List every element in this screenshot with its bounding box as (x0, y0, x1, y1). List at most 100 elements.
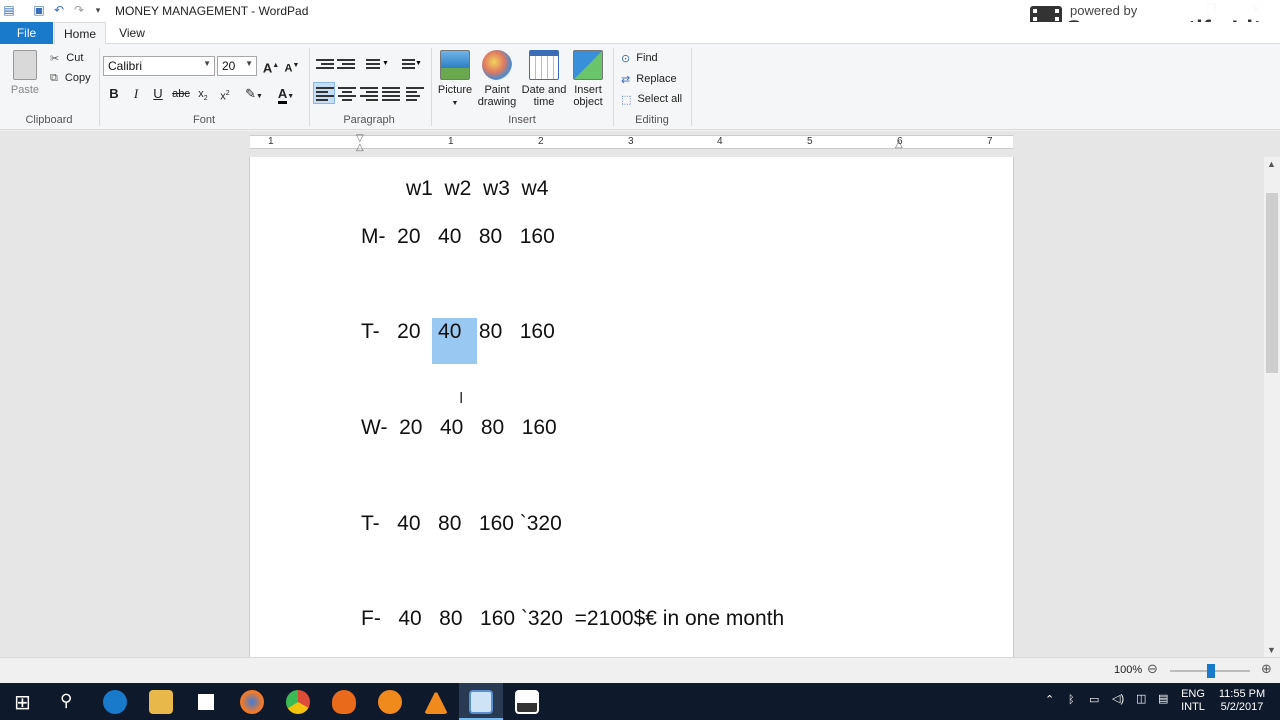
align-left-icon (316, 85, 334, 101)
scroll-thumb[interactable] (1266, 193, 1278, 373)
chrome-icon[interactable] (286, 690, 310, 714)
grow-font-button[interactable]: A▲ (261, 56, 281, 76)
network-icon[interactable]: ◫ (1136, 693, 1146, 706)
select-all-button[interactable]: ⬚ Select all (621, 93, 682, 106)
right-indent-marker[interactable]: △ (895, 139, 903, 150)
highlight-color-button[interactable]: ✎▼ (240, 84, 268, 104)
align-left-button[interactable] (313, 82, 335, 104)
photos-icon[interactable] (515, 690, 539, 714)
tab-home[interactable]: Home (54, 22, 106, 44)
superscript-button[interactable]: x2 (215, 84, 235, 104)
select-all-icon: ⬚ (621, 94, 632, 106)
find-button[interactable]: ⊙ Find (621, 52, 658, 65)
picture-label: Picture (437, 84, 473, 96)
zoom-level: 100% (1114, 664, 1143, 676)
align-right-icon[interactable] (360, 85, 378, 101)
justify-icon[interactable] (382, 85, 400, 101)
font-family-select[interactable]: Calibri ▼ (103, 56, 215, 76)
copy-button[interactable]: ⧉ Copy (50, 72, 91, 85)
chevron-down-icon: ▼ (245, 59, 253, 68)
line-spacing-icon[interactable] (397, 57, 415, 73)
chevron-down-icon[interactable]: ▼ (415, 60, 422, 67)
italic-button[interactable]: I (126, 84, 146, 104)
select-all-label: Select all (637, 93, 683, 106)
subscript-button[interactable]: x2 (193, 84, 213, 104)
doc-line-monday[interactable]: M- 20 40 80 160 (361, 225, 555, 249)
date-label-line2: time (533, 96, 555, 108)
text-cursor-icon: I (459, 390, 464, 407)
insert-object-button[interactable]: Insert object (570, 50, 606, 108)
copy-label: Copy (64, 72, 91, 85)
bluetooth-icon[interactable]: ᛒ (1068, 694, 1075, 707)
cut-button[interactable]: ✂ Cut (50, 52, 83, 65)
align-center-icon[interactable] (338, 85, 356, 101)
paint-drawing-button[interactable]: Paint drawing (476, 50, 518, 108)
cut-label: Cut (66, 52, 84, 65)
highlighter-icon: ✎ (245, 86, 256, 101)
app-icon[interactable] (332, 690, 356, 714)
chevron-down-icon[interactable]: ▼ (382, 60, 389, 67)
doc-header-line[interactable]: w1 w2 w3 w4 (406, 177, 548, 201)
bullet-list-icon[interactable] (362, 57, 380, 73)
ruler-number: 3 (628, 136, 634, 147)
battery-icon[interactable]: ▭ (1089, 694, 1099, 707)
replace-button[interactable]: ⇄ Replace (621, 73, 677, 86)
left-indent-marker[interactable]: △ (356, 142, 364, 153)
tab-file[interactable]: File (0, 22, 53, 44)
vlc-icon[interactable] (424, 690, 448, 714)
clock[interactable]: 11:55 PM 5/2/2017 (1212, 688, 1272, 714)
window-title: MONEY MANAGEMENT - WordPad (115, 4, 309, 18)
volume-icon[interactable]: ◁) (1112, 693, 1124, 706)
scissors-icon: ✂ (50, 53, 60, 65)
picture-icon (440, 50, 470, 80)
doc-line-thursday[interactable]: T- 40 80 160 `320 (361, 512, 562, 536)
ruler-number: 2 (538, 136, 544, 147)
app-icon[interactable] (378, 690, 402, 714)
ruler-number: 1 (448, 136, 454, 147)
redo-icon[interactable]: ↷ (72, 3, 86, 17)
doc-line-tuesday[interactable]: T- 20 40 80 160 (361, 320, 555, 344)
action-center-icon[interactable]: ▤ (1158, 693, 1168, 706)
file-explorer-icon[interactable] (149, 690, 173, 714)
show-hidden-icons-chevron[interactable]: ⌃ (1045, 694, 1054, 707)
paste-button[interactable]: Paste (8, 50, 42, 96)
wordpad-taskbar-button[interactable] (459, 683, 503, 720)
picture-button[interactable]: Picture ▼ (436, 50, 474, 110)
font-size-select[interactable]: 20 ▼ (217, 56, 257, 76)
status-bar: 100% ⊖ ⊕ (0, 657, 1280, 683)
edge-browser-icon[interactable] (103, 690, 127, 714)
decrease-indent-icon[interactable] (316, 57, 334, 73)
taskbar: ⊞ ⚲ ⌃ ᛒ ▭ ◁) ◫ ▤ ENG INTL 11:55 PM 5/2/2… (0, 683, 1280, 720)
tab-view[interactable]: View (110, 22, 154, 44)
input-language[interactable]: ENG INTL (1178, 688, 1208, 714)
save-icon[interactable]: ▣ (32, 3, 46, 17)
undo-icon[interactable]: ↶ (52, 3, 66, 17)
doc-line-wednesday[interactable]: W- 20 40 80 160 (361, 416, 557, 440)
zoom-slider-thumb[interactable] (1207, 664, 1215, 678)
zoom-in-icon[interactable]: ⊕ (1261, 661, 1272, 677)
bold-button[interactable]: B (104, 84, 124, 104)
paint-label-line1: Paint (484, 84, 510, 96)
insert-group-label: Insert (508, 114, 536, 126)
strikethrough-button[interactable]: abc (171, 84, 191, 104)
windows-start-icon[interactable]: ⊞ (14, 690, 31, 715)
ruler[interactable]: 1 1 2 3 4 5 6 7 ▽ △ △ (250, 133, 1013, 153)
store-icon[interactable] (194, 690, 218, 714)
zoom-out-icon[interactable]: ⊖ (1147, 661, 1158, 677)
underline-button[interactable]: U (148, 84, 168, 104)
customize-toolbar-chevron-icon[interactable]: ▾ (91, 3, 105, 17)
firefox-icon[interactable] (240, 690, 264, 714)
search-icon[interactable]: ⚲ (60, 691, 72, 711)
scroll-up-icon[interactable]: ▲ (1267, 159, 1276, 169)
shrink-font-button[interactable]: A▼ (282, 56, 302, 76)
editing-group-label: Editing (635, 114, 669, 126)
paragraph-settings-icon[interactable] (406, 85, 424, 101)
text-color-button[interactable]: A▼ (272, 84, 300, 104)
palette-icon (482, 50, 512, 80)
date-time-button[interactable]: Date and time (520, 50, 568, 108)
scroll-down-icon[interactable]: ▼ (1267, 645, 1276, 655)
increase-indent-icon[interactable] (337, 57, 355, 73)
vertical-scrollbar[interactable]: ▲ ▼ (1264, 157, 1280, 657)
doc-line-friday[interactable]: F- 40 80 160 `320 =2100$€ in one month (361, 607, 784, 631)
wordpad-app-icon[interactable]: ▤ (2, 3, 16, 17)
